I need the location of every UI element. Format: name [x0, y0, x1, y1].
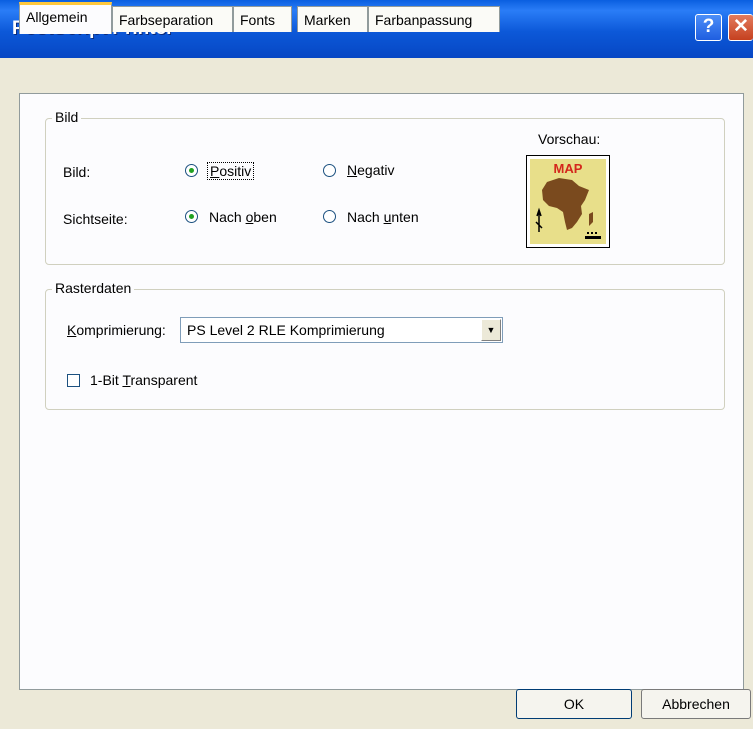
chevron-down-icon[interactable]: ▼	[481, 319, 501, 341]
negativ-label[interactable]: Negativ	[347, 162, 394, 178]
close-button[interactable]: ✕	[728, 14, 753, 41]
tab-marken[interactable]: Marken	[297, 6, 368, 32]
bild-label: Bild:	[63, 164, 91, 180]
nach-unten-label[interactable]: Nach unten	[347, 209, 419, 225]
help-button[interactable]: ?	[695, 14, 722, 41]
preview-image: MAP	[526, 155, 610, 248]
bild-group-legend: Bild	[52, 109, 82, 125]
map-text: MAP	[554, 161, 583, 176]
scale-bar	[585, 236, 601, 239]
close-icon: ✕	[733, 16, 749, 37]
tab-farbseparation[interactable]: Farbseparation	[112, 6, 233, 32]
transparent-label[interactable]: 1-Bit Transparent	[90, 372, 197, 388]
radio-dot	[189, 214, 194, 219]
transparent-checkbox[interactable]	[67, 374, 80, 387]
nach-oben-label[interactable]: Nach oben	[209, 209, 277, 225]
positiv-label[interactable]: Positiv	[207, 162, 255, 180]
komprimierung-label: Komprimierung:	[67, 322, 166, 338]
dialog-window: PostScript Printer ? ✕ Bild Rasterdaten …	[0, 0, 753, 729]
tab-farbanpassung[interactable]: Farbanpassung	[368, 6, 500, 32]
komprimierung-value: PS Level 2 RLE Komprimierung	[187, 322, 385, 338]
sichtseite-label: Sichtseite:	[63, 211, 128, 227]
radio-negativ[interactable]	[323, 164, 336, 177]
ok-button[interactable]: OK	[516, 689, 632, 719]
africa-map-icon: MAP	[530, 159, 606, 244]
rasterdaten-group-legend: Rasterdaten	[52, 280, 135, 296]
preview-label: Vorschau:	[538, 131, 601, 147]
radio-nach-unten[interactable]	[323, 210, 336, 223]
cancel-button[interactable]: Abbrechen	[641, 689, 751, 719]
radio-dot	[189, 168, 194, 173]
tab-panel-allgemein: Bild Rasterdaten	[19, 93, 744, 690]
bild-group: Bild	[45, 109, 725, 265]
radio-positiv[interactable]	[185, 164, 198, 177]
radio-nach-oben[interactable]	[185, 210, 198, 223]
komprimierung-select[interactable]: PS Level 2 RLE Komprimierung ▼	[180, 317, 503, 343]
tab-fonts[interactable]: Fonts	[233, 6, 292, 32]
rasterdaten-group: Rasterdaten	[45, 280, 725, 410]
tab-allgemein[interactable]: Allgemein	[19, 2, 112, 34]
